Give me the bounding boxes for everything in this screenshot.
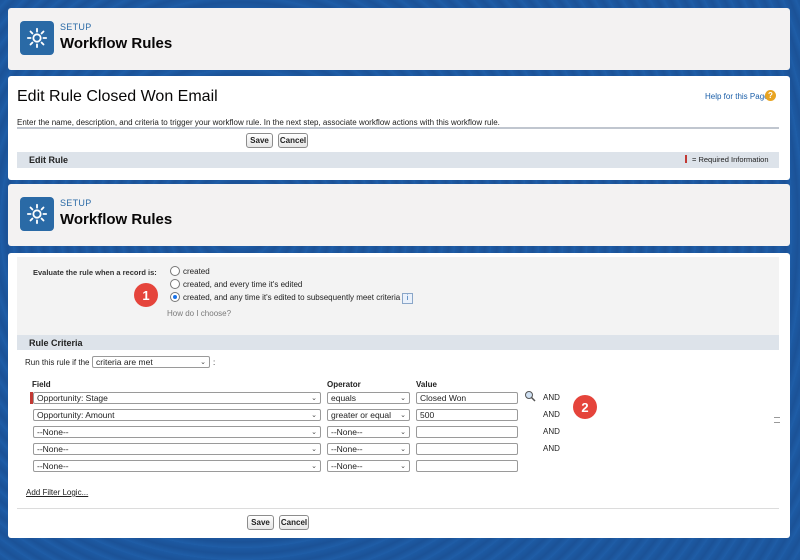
conjunction-label: AND: [543, 393, 560, 402]
radio-created-every-edit-label: created, and every time it's edited: [183, 280, 303, 289]
required-info-label: = Required Information: [692, 155, 769, 164]
chevron-down-icon: ⌄: [400, 429, 406, 436]
rule-criteria-section: Rule Criteria: [17, 335, 779, 350]
radio-created[interactable]: [170, 266, 180, 276]
criteria-operator-select[interactable]: greater or equal ⌄: [327, 409, 410, 421]
help-link[interactable]: Help for this Page: [705, 92, 769, 101]
gear-icon: [20, 21, 54, 55]
chevron-down-icon: ⌄: [311, 446, 317, 453]
run-rule-suffix: :: [213, 358, 216, 367]
lookup-icon[interactable]: [524, 390, 536, 402]
chevron-down-icon: ⌄: [400, 463, 406, 470]
radio-created-subsequently[interactable]: [170, 292, 180, 302]
criteria-field-value: --None--: [37, 444, 69, 454]
criteria-field-value: Opportunity: Stage: [37, 393, 108, 403]
setup-header-top: SETUP Workflow Rules: [8, 8, 790, 70]
setup-label: SETUP: [60, 22, 92, 32]
divider: [17, 127, 779, 129]
scrollbar-handle[interactable]: [774, 417, 780, 423]
radio-created-label: created: [183, 267, 210, 276]
criteria-field-select[interactable]: Opportunity: Stage ⌄: [33, 392, 321, 404]
criteria-operator-select[interactable]: --None-- ⌄: [327, 443, 410, 455]
page-title: Workflow Rules: [60, 211, 173, 228]
criteria-operator-select[interactable]: --None-- ⌄: [327, 426, 410, 438]
criteria-field-select[interactable]: Opportunity: Amount ⌄: [33, 409, 321, 421]
criteria-operator-value: equals: [331, 393, 357, 403]
column-header-value: Value: [416, 380, 437, 389]
chevron-down-icon: ⌄: [311, 463, 317, 470]
run-rule-select[interactable]: criteria are met ⌄: [92, 356, 210, 368]
evaluate-label: Evaluate the rule when a record is:: [33, 268, 157, 277]
criteria-body: Run this rule if the criteria are met ⌄ …: [17, 350, 779, 531]
edit-rule-card: Edit Rule Closed Won Email Help for this…: [8, 76, 790, 180]
setup-header-bottom: SETUP Workflow Rules: [8, 184, 790, 246]
save-button[interactable]: Save: [247, 515, 274, 530]
criteria-operator-select[interactable]: equals ⌄: [327, 392, 410, 404]
callout-badge-2: 2: [573, 395, 597, 419]
required-indicator: [685, 155, 687, 163]
criteria-field-value: --None--: [37, 461, 69, 471]
criteria-value-input[interactable]: [416, 443, 518, 455]
criteria-operator-select[interactable]: --None-- ⌄: [327, 460, 410, 472]
criteria-value-input[interactable]: [416, 460, 518, 472]
chevron-down-icon: ⌄: [311, 429, 317, 436]
gear-icon: [20, 197, 54, 231]
callout-badge-1: 1: [134, 283, 158, 307]
column-header-field: Field: [32, 380, 51, 389]
save-button[interactable]: Save: [246, 133, 273, 148]
criteria-panel: Evaluate the rule when a record is: crea…: [17, 257, 779, 531]
criteria-operator-value: --None--: [331, 427, 363, 437]
chevron-down-icon: ⌄: [311, 395, 317, 402]
conjunction-label: AND: [543, 427, 560, 436]
criteria-value-input[interactable]: [416, 426, 518, 438]
criteria-operator-value: --None--: [331, 461, 363, 471]
run-rule-label: Run this rule if the: [25, 358, 90, 367]
radio-created-subsequently-label: created, and any time it's edited to sub…: [183, 293, 401, 302]
chevron-down-icon: ⌄: [311, 412, 317, 419]
section-title: Rule Criteria: [29, 337, 83, 348]
radio-created-every-edit[interactable]: [170, 279, 180, 289]
criteria-value-input[interactable]: Closed Won: [416, 392, 518, 404]
criteria-operator-value: greater or equal: [331, 410, 392, 420]
criteria-operator-value: --None--: [331, 444, 363, 454]
criteria-field-value: --None--: [37, 427, 69, 437]
page-title: Workflow Rules: [60, 35, 173, 52]
divider: [17, 508, 779, 509]
run-rule-value: criteria are met: [96, 357, 153, 367]
how-do-i-choose-link[interactable]: How do I choose?: [167, 309, 231, 318]
column-header-operator: Operator: [327, 380, 361, 389]
chevron-down-icon: ⌄: [400, 446, 406, 453]
edit-rule-section: Edit Rule: [17, 152, 779, 168]
criteria-field-select[interactable]: --None-- ⌄: [33, 426, 321, 438]
conjunction-label: AND: [543, 410, 560, 419]
cancel-button[interactable]: Cancel: [278, 133, 308, 148]
add-filter-logic-link[interactable]: Add Filter Logic...: [26, 488, 88, 497]
chevron-down-icon: ⌄: [400, 395, 406, 402]
chevron-down-icon: ⌄: [400, 412, 406, 419]
section-title: Edit Rule: [29, 155, 69, 165]
edit-rule-title: Edit Rule Closed Won Email: [17, 88, 218, 105]
criteria-field-select[interactable]: --None-- ⌄: [33, 460, 321, 472]
criteria-value-input[interactable]: 500: [416, 409, 518, 421]
edit-description: Enter the name, description, and criteri…: [17, 118, 500, 127]
rule-criteria-card: Evaluate the rule when a record is: crea…: [8, 253, 790, 538]
info-icon[interactable]: i: [402, 293, 413, 304]
cancel-button[interactable]: Cancel: [279, 515, 309, 530]
criteria-field-value: Opportunity: Amount: [37, 410, 115, 420]
setup-label: SETUP: [60, 198, 92, 208]
chevron-down-icon: ⌄: [200, 359, 206, 366]
conjunction-label: AND: [543, 444, 560, 453]
criteria-field-select[interactable]: --None-- ⌄: [33, 443, 321, 455]
help-icon[interactable]: ?: [765, 90, 776, 101]
